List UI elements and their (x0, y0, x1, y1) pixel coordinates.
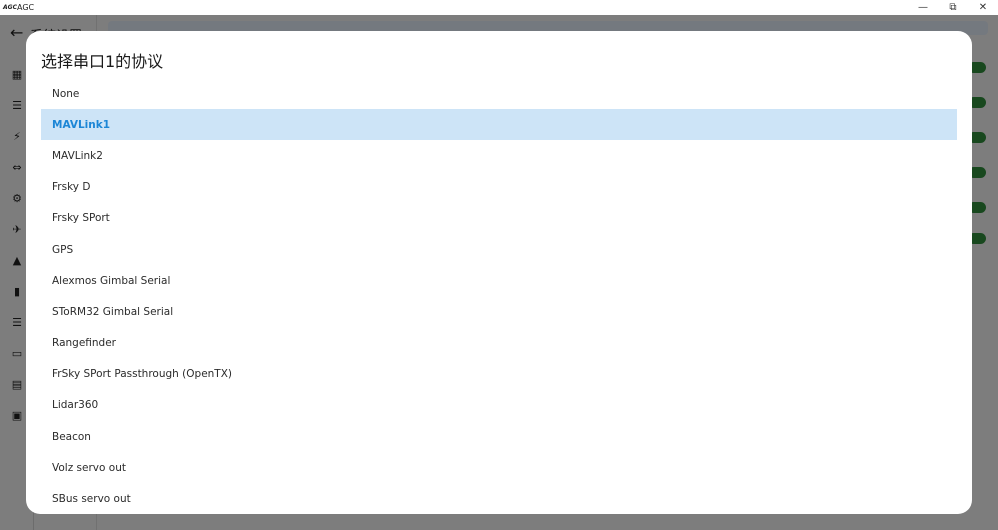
protocol-option[interactable]: FrSky SPort Passthrough (OpenTX) (41, 359, 957, 390)
protocol-option[interactable]: SToRM32 Gimbal Serial (41, 296, 957, 327)
protocol-option[interactable]: Frsky D (41, 172, 957, 203)
protocol-option[interactable]: Rangefinder (41, 328, 957, 359)
protocol-option[interactable]: Lidar360 (41, 390, 957, 421)
close-window-button[interactable]: ✕ (968, 0, 998, 15)
window-controls: — ⧉ ✕ (908, 0, 998, 15)
protocol-select-dialog: 选择串口1的协议 None MAVLink1 MAVLink2 Frsky D Frsk… (26, 31, 972, 514)
protocol-option[interactable]: SBus servo out (41, 483, 957, 502)
protocol-option[interactable]: None (41, 78, 957, 109)
protocol-option[interactable]: Beacon (41, 421, 957, 452)
protocol-option[interactable]: Alexmos Gimbal Serial (41, 265, 957, 296)
app-logo-icon: AGC (3, 4, 17, 11)
protocol-option[interactable]: Frsky SPort (41, 203, 957, 234)
protocol-option[interactable]: GPS (41, 234, 957, 265)
dialog-title: 选择串口1的协议 (41, 52, 164, 71)
window-titlebar: AGC AGC — ⧉ ✕ (0, 0, 998, 15)
protocol-option[interactable]: Volz servo out (41, 452, 957, 483)
restore-button[interactable]: ⧉ (938, 0, 968, 15)
window-title: AGC (17, 3, 35, 12)
protocol-option-list[interactable]: None MAVLink1 MAVLink2 Frsky D Frsky SPort GP… (41, 78, 957, 502)
protocol-option[interactable]: MAVLink2 (41, 140, 957, 171)
minimize-button[interactable]: — (908, 0, 938, 15)
protocol-option[interactable]: MAVLink1 (41, 109, 957, 141)
